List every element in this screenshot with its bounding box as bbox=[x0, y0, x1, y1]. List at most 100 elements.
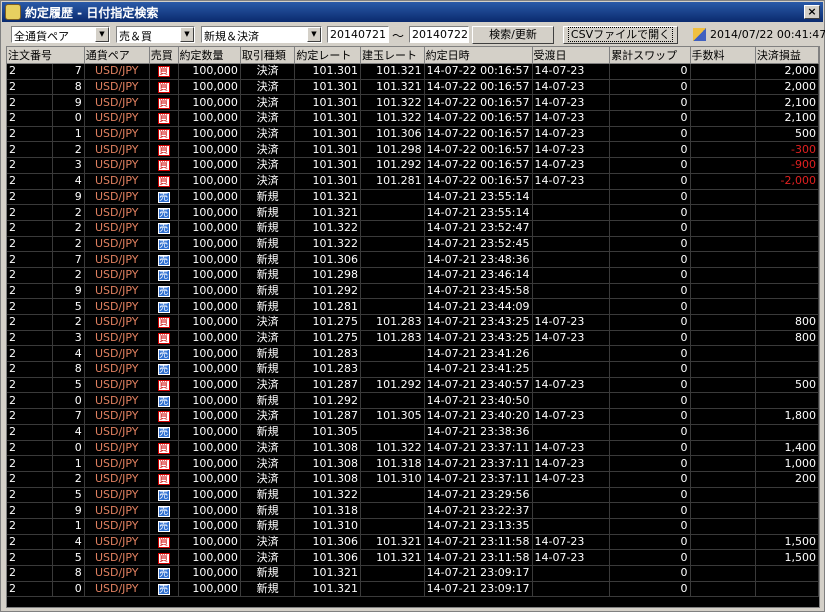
side-cell: 買 bbox=[149, 377, 179, 394]
rate-cell: 101.283 bbox=[294, 361, 361, 378]
side-cell: 売 bbox=[149, 345, 179, 363]
rate-cell: 101.310 bbox=[294, 518, 361, 535]
col-header-swap[interactable]: 累計スワップ bbox=[609, 47, 691, 64]
table-row[interactable]: 2 7 USD/JPY 買 100,000 決済 101.287 101.305 14-07-2… bbox=[7, 408, 819, 425]
table-row[interactable]: 2 4 USD/JPY 買 100,000 決済 101.301 101.281 14-07-2… bbox=[7, 173, 819, 190]
table-row[interactable]: 2 5 USD/JPY 売 100,000 新規 101.281 14-07-21 23:44… bbox=[7, 298, 819, 315]
side-cell: 買 bbox=[149, 63, 179, 80]
datetime-cell: 14-07-21 23:13:35 bbox=[424, 518, 533, 535]
order-suffix-cell: 2 bbox=[52, 267, 85, 284]
table-row[interactable]: 2 8 USD/JPY 売 100,000 新規 101.283 14-07-21 23:41… bbox=[7, 361, 819, 378]
qty-cell: 100,000 bbox=[178, 314, 241, 331]
col-header-pl[interactable]: 決済損益 bbox=[755, 47, 819, 64]
col-header-side[interactable]: 売買 bbox=[149, 47, 179, 64]
type-filter-value: 新規＆決済 bbox=[204, 30, 259, 43]
pair-filter-select[interactable]: 全通貨ペア ▼ bbox=[11, 26, 110, 43]
pair-cell: USD/JPY bbox=[84, 220, 150, 237]
table-row[interactable]: 2 9 USD/JPY 売 100,000 新規 101.292 14-07-21 23:45… bbox=[7, 283, 819, 300]
sell-badge: 売 bbox=[157, 285, 170, 297]
col-header-order-no[interactable]: 注文番号 bbox=[7, 47, 85, 64]
open-rate-cell bbox=[360, 502, 425, 519]
date-from-input[interactable]: 20140721 bbox=[327, 26, 389, 43]
table-row[interactable]: 2 7 USD/JPY 買 100,000 決済 101.301 101.321 14-07-2… bbox=[7, 63, 819, 80]
trade-type-cell: 新規 bbox=[240, 424, 296, 441]
table-row[interactable]: 2 0 USD/JPY 買 100,000 決済 101.301 101.322 14-07-2… bbox=[7, 110, 819, 127]
table-row[interactable]: 2 3 USD/JPY 買 100,000 決済 101.301 101.292 14-07-2… bbox=[7, 157, 819, 174]
datetime-cell: 14-07-21 23:09:17 bbox=[424, 581, 533, 598]
rate-cell: 101.287 bbox=[294, 408, 361, 425]
chevron-down-icon[interactable]: ▼ bbox=[307, 27, 321, 42]
settle-date-cell bbox=[532, 581, 611, 598]
qty-cell: 100,000 bbox=[178, 581, 241, 598]
table-row[interactable]: 2 9 USD/JPY 売 100,000 新規 101.318 14-07-21 23:22… bbox=[7, 502, 819, 519]
table-row[interactable]: 2 1 USD/JPY 買 100,000 決済 101.308 101.318 14-07-2… bbox=[7, 455, 819, 472]
chevron-down-icon[interactable]: ▼ bbox=[95, 27, 109, 42]
table-row[interactable]: 2 2 USD/JPY 売 100,000 新規 101.322 14-07-21 23:52… bbox=[7, 236, 819, 253]
table-row[interactable]: 2 0 USD/JPY 買 100,000 決済 101.308 101.322 14-07-2… bbox=[7, 440, 819, 457]
type-filter-select[interactable]: 新規＆決済 ▼ bbox=[201, 26, 322, 43]
col-header-datetime[interactable]: 約定日時 bbox=[424, 47, 533, 64]
open-rate-cell bbox=[360, 283, 425, 300]
table-row[interactable]: 2 5 USD/JPY 買 100,000 決済 101.306 101.321 14-07-2… bbox=[7, 549, 819, 566]
table-row[interactable]: 2 2 USD/JPY 売 100,000 新規 101.298 14-07-21 23:46… bbox=[7, 267, 819, 284]
side-filter-select[interactable]: 売＆買 ▼ bbox=[116, 26, 195, 43]
table-row[interactable]: 2 4 USD/JPY 買 100,000 決済 101.306 101.321 14-07-2… bbox=[7, 534, 819, 551]
table-row[interactable]: 2 2 USD/JPY 買 100,000 決済 101.301 101.298 14-07-2… bbox=[7, 141, 819, 159]
col-header-qty[interactable]: 約定数量 bbox=[178, 47, 241, 64]
table-row[interactable]: 2 1 USD/JPY 売 100,000 新規 101.310 14-07-21 23:13… bbox=[7, 518, 819, 535]
col-header-fee[interactable]: 手数料 bbox=[690, 47, 756, 64]
trade-type-cell: 決済 bbox=[240, 314, 296, 331]
table-row[interactable]: 2 4 USD/JPY 売 100,000 新規 101.305 14-07-21 23:38… bbox=[7, 424, 819, 441]
qty-cell: 100,000 bbox=[178, 471, 241, 488]
rate-cell: 101.322 bbox=[294, 487, 361, 504]
settle-date-cell: 14-07-23 bbox=[532, 126, 611, 143]
swap-cell: 0 bbox=[609, 126, 691, 143]
table-row[interactable]: 2 2 USD/JPY 買 100,000 決済 101.308 101.310 14-07-2… bbox=[7, 471, 819, 488]
swap-cell: 0 bbox=[609, 267, 691, 284]
col-header-open-rate[interactable]: 建玉レート bbox=[360, 47, 425, 64]
table-row[interactable]: 2 1 USD/JPY 買 100,000 決済 101.301 101.306 14-07-2… bbox=[7, 126, 819, 143]
table-row[interactable]: 2 5 USD/JPY 買 100,000 決済 101.287 101.292 14-07-2… bbox=[7, 377, 819, 394]
chevron-down-icon[interactable]: ▼ bbox=[180, 27, 194, 42]
order-no-cell: 2 bbox=[7, 283, 54, 300]
col-header-rate[interactable]: 約定レート bbox=[294, 47, 361, 64]
order-no-cell: 2 bbox=[7, 173, 54, 190]
col-header-pair[interactable]: 通貨ペア bbox=[84, 47, 150, 64]
order-suffix-cell: 5 bbox=[52, 377, 85, 394]
table-row[interactable]: 2 9 USD/JPY 売 100,000 新規 101.321 14-07-21 23:55… bbox=[7, 189, 819, 206]
table-row[interactable]: 2 8 USD/JPY 買 100,000 決済 101.301 101.321 14-07-2… bbox=[7, 79, 819, 96]
table-row[interactable]: 2 2 USD/JPY 売 100,000 新規 101.322 14-07-21 23:52… bbox=[7, 220, 819, 237]
table-row[interactable]: 2 2 USD/JPY 売 100,000 新規 101.321 14-07-21 23:55… bbox=[7, 204, 819, 221]
col-header-settle-date[interactable]: 受渡日 bbox=[532, 47, 611, 64]
table-row[interactable]: 2 9 USD/JPY 買 100,000 決済 101.301 101.322 14-07-2… bbox=[7, 94, 819, 112]
pl-cell bbox=[755, 581, 819, 598]
table-row[interactable]: 2 3 USD/JPY 買 100,000 決済 101.275 101.283 14-07-2… bbox=[7, 330, 819, 347]
title-bar[interactable]: 約定履歴 - 日付指定検索 × bbox=[2, 2, 823, 22]
current-datetime: 2014/07/22 00:41:47 bbox=[693, 28, 825, 41]
swap-cell: 0 bbox=[609, 549, 691, 566]
buy-badge: 買 bbox=[157, 82, 170, 94]
search-update-button[interactable]: 検索/更新 bbox=[472, 26, 554, 44]
sell-badge: 売 bbox=[157, 348, 170, 360]
datetime-cell: 14-07-22 00:16:57 bbox=[424, 157, 533, 174]
table-row[interactable]: 2 2 USD/JPY 買 100,000 決済 101.275 101.283 14-07-2… bbox=[7, 314, 819, 331]
trade-type-cell: 決済 bbox=[240, 408, 296, 425]
table-row[interactable]: 2 0 USD/JPY 売 100,000 新規 101.292 14-07-21 23:40… bbox=[7, 392, 819, 410]
table-row[interactable]: 2 8 USD/JPY 売 100,000 新規 101.321 14-07-21 23:09… bbox=[7, 565, 819, 582]
close-button[interactable]: × bbox=[804, 5, 820, 19]
rate-cell: 101.318 bbox=[294, 502, 361, 519]
table-row[interactable]: 2 5 USD/JPY 売 100,000 新規 101.322 14-07-21 23:29… bbox=[7, 487, 819, 504]
sell-badge: 売 bbox=[157, 521, 170, 533]
col-header-trade-type[interactable]: 取引種類 bbox=[240, 47, 296, 64]
table-row[interactable]: 2 4 USD/JPY 売 100,000 新規 101.283 14-07-21 23:41… bbox=[7, 345, 819, 363]
order-no-cell: 2 bbox=[7, 345, 54, 363]
pl-cell: 1,400 bbox=[755, 440, 819, 457]
qty-cell: 100,000 bbox=[178, 424, 241, 441]
pl-cell bbox=[755, 424, 819, 441]
table-row[interactable]: 2 0 USD/JPY 売 100,000 新規 101.321 14-07-21 23:09… bbox=[7, 581, 819, 598]
trade-history-grid[interactable]: 注文番号 通貨ペア 売買 約定数量 取引種類 約定レート 建玉レート 約定日時 … bbox=[6, 46, 820, 608]
date-to-input[interactable]: 20140722 bbox=[409, 26, 469, 43]
csv-open-button[interactable]: CSVファイルで開く bbox=[563, 26, 678, 44]
side-filter-value: 売＆買 bbox=[119, 30, 152, 43]
table-row[interactable]: 2 7 USD/JPY 売 100,000 新規 101.306 14-07-21 23:48… bbox=[7, 251, 819, 268]
